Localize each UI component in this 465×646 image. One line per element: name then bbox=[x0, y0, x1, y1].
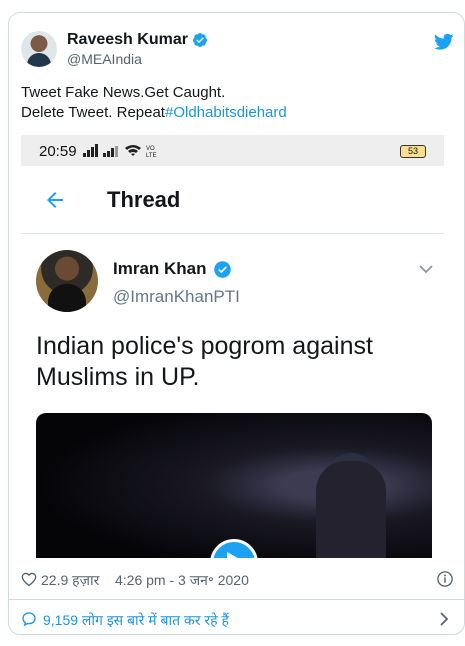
tweet-line-1: Tweet Fake News.Get Caught. bbox=[21, 84, 226, 101]
author-handle[interactable]: @MEAIndia bbox=[67, 51, 142, 67]
play-button bbox=[210, 539, 258, 558]
inner-video-thumbnail bbox=[36, 413, 432, 558]
verified-icon bbox=[192, 33, 207, 47]
svg-text:LTE: LTE bbox=[146, 153, 157, 158]
divider bbox=[9, 599, 464, 600]
tweet-line-2-text: Delete Tweet. Repeat bbox=[21, 104, 165, 121]
battery-indicator: 53 bbox=[400, 145, 426, 158]
inner-author-handle: @ImranKhanPTI bbox=[113, 287, 240, 306]
conversation-link[interactable]: 9,159 लोग इस बारे में बात कर रहे हैं bbox=[21, 609, 454, 633]
chevron-down-icon bbox=[419, 265, 433, 274]
twitter-logo-icon[interactable] bbox=[434, 33, 454, 51]
inner-author-name: Imran Khan bbox=[113, 259, 207, 278]
phone-status-bar: 20:59 VO LTE 53 bbox=[21, 135, 444, 166]
hashtag-link[interactable]: #Oldhabitsdiehard bbox=[165, 104, 287, 121]
conversation-text[interactable]: 9,159 लोग इस बारे में बात कर रहे हैं bbox=[43, 611, 229, 630]
info-icon[interactable] bbox=[436, 570, 454, 588]
like-count[interactable]: 22.9 हज़ार bbox=[41, 571, 99, 590]
signal-icon: VO LTE bbox=[83, 144, 157, 158]
tweet-line-2: Delete Tweet. Repeat#Oldhabitsdiehard bbox=[21, 103, 454, 123]
tweet-text: Tweet Fake News.Get Caught. Delete Tweet… bbox=[21, 83, 454, 123]
inner-author-avatar bbox=[36, 250, 98, 312]
back-arrow-icon bbox=[47, 192, 63, 208]
inner-tweet-text: Indian police's pogrom against Muslims i… bbox=[36, 332, 373, 391]
thread-title: Thread bbox=[107, 187, 181, 212]
heart-icon[interactable] bbox=[21, 571, 37, 587]
comment-icon bbox=[22, 612, 36, 627]
status-time: 20:59 bbox=[39, 143, 77, 160]
inner-verified-icon bbox=[213, 260, 231, 278]
author-name[interactable]: Raveesh Kumar bbox=[67, 31, 188, 49]
author-avatar[interactable] bbox=[21, 31, 57, 67]
chevron-right-icon[interactable] bbox=[436, 611, 452, 627]
svg-text:VO: VO bbox=[146, 146, 155, 152]
tweet-header: Raveesh Kumar @MEAIndia bbox=[21, 29, 454, 73]
author-name-row[interactable]: Raveesh Kumar bbox=[67, 31, 208, 49]
inner-author-name-row: Imran Khan bbox=[113, 259, 232, 279]
play-icon bbox=[227, 552, 238, 558]
tweet-media-image[interactable]: 20:59 VO LTE 53 Thread Imran Khan @Imran… bbox=[21, 135, 444, 558]
tweet-timestamp[interactable]: 4:26 pm - 3 जन॰ 2020 bbox=[115, 571, 249, 590]
tweet-card[interactable]: Raveesh Kumar @MEAIndia Tweet Fake News.… bbox=[8, 12, 465, 635]
thread-header: Thread bbox=[21, 166, 444, 234]
tweet-meta: 22.9 हज़ार 4:26 pm - 3 जन॰ 2020 bbox=[21, 569, 454, 593]
